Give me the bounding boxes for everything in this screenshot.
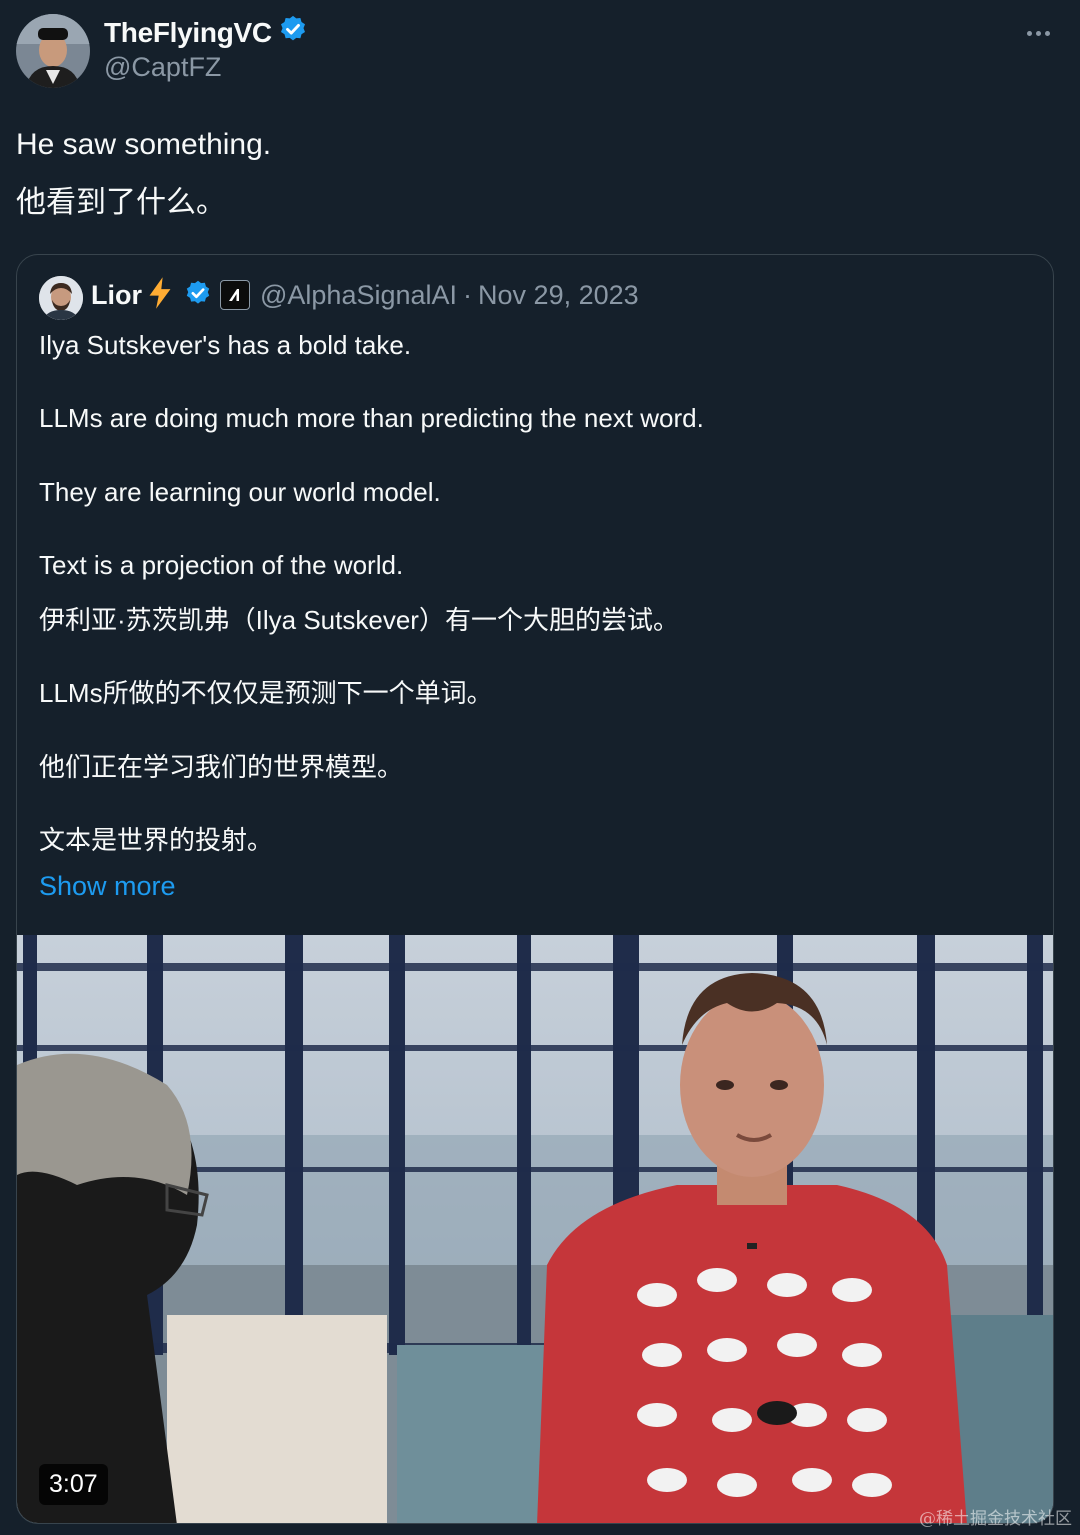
more-dots-icon[interactable] xyxy=(1018,16,1058,50)
author-name-text: TheFlyingVC xyxy=(104,16,272,48)
quoted-text-line: LLMs are doing much more than predicting… xyxy=(39,403,704,433)
video-duration: 3:07 xyxy=(39,1464,108,1505)
quoted-text-line: 他们正在学习我们的世界模型。 xyxy=(39,752,404,782)
author-avatar[interactable] xyxy=(16,14,90,88)
lightning-bolt-icon xyxy=(144,276,176,315)
quoted-tweet-card[interactable]: Lior @AlphaSignalAI · Nov 29, 2023 Ilya … xyxy=(16,254,1054,1524)
quoted-text-line: They are learning our world model. xyxy=(39,477,441,507)
quoted-text-line: Ilya Sutskever's has a bold take. xyxy=(39,330,412,360)
quoted-author-handle[interactable]: @AlphaSignalAI xyxy=(260,280,457,311)
quoted-text-line: 文本是世界的投射。 xyxy=(39,825,274,855)
watermark: @稀土掘金技术社区 xyxy=(919,1509,1072,1529)
tweet-text: He saw something. 他看到了什么。 xyxy=(16,116,271,232)
quoted-author-name[interactable]: Lior xyxy=(91,280,142,311)
affiliate-badge-icon[interactable] xyxy=(220,280,250,310)
quoted-author-avatar[interactable] xyxy=(39,276,83,320)
video-player[interactable]: 3:07 xyxy=(17,935,1053,1523)
author-display-name[interactable]: TheFlyingVC xyxy=(104,14,308,51)
video-frame-image xyxy=(17,935,1053,1523)
author-handle[interactable]: @CaptFZ xyxy=(104,52,221,83)
verified-badge-icon xyxy=(184,279,212,312)
separator-dot: · xyxy=(463,279,473,310)
tweet-line: He saw something. xyxy=(16,128,272,161)
quoted-text-line: 伊利亚·苏茨凯弗（Ilya Sutskever）有一个大胆的尝试。 xyxy=(39,605,679,635)
quoted-text-line: Text is a projection of the world. xyxy=(39,550,404,580)
quoted-tweet-date[interactable]: Nov 29, 2023 xyxy=(478,280,639,311)
quoted-text-line: LLMs所做的不仅仅是预测下一个单词。 xyxy=(39,678,493,708)
verified-badge-icon xyxy=(278,14,308,51)
quoted-tweet-header: Lior @AlphaSignalAI · Nov 29, 2023 xyxy=(91,275,639,315)
tweet-line: 他看到了什么。 xyxy=(16,186,226,219)
show-more-link[interactable]: Show more xyxy=(39,871,176,902)
